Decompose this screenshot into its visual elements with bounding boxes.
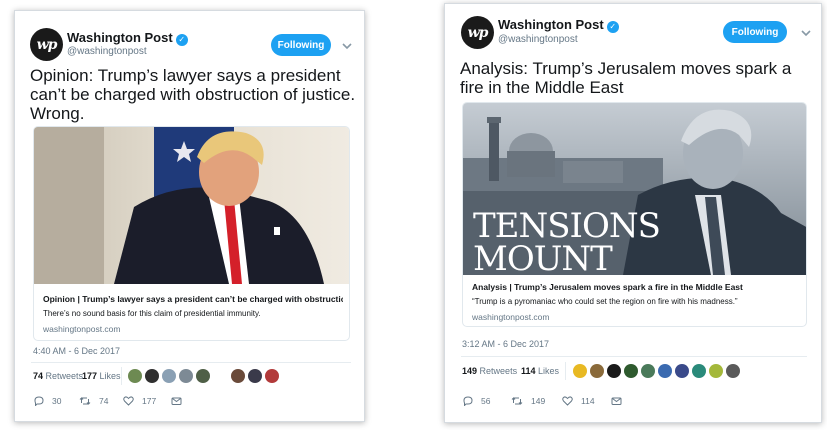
account-handle[interactable]: @washingtonpost bbox=[498, 34, 578, 45]
liker-avatar[interactable] bbox=[128, 369, 142, 383]
article-photo: TENSIONS MOUNT bbox=[463, 103, 806, 275]
message-action[interactable] bbox=[171, 396, 182, 406]
liker-avatars bbox=[128, 369, 279, 383]
liker-avatar[interactable] bbox=[641, 364, 655, 378]
card-title[interactable]: Analysis | Trump’s Jerusalem moves spark… bbox=[472, 282, 802, 292]
card-title[interactable]: Opinion | Trump’s lawyer says a presiden… bbox=[43, 294, 343, 304]
retweets-stat[interactable]: 74 Retweets bbox=[33, 371, 83, 381]
reply-count: 56 bbox=[481, 396, 491, 406]
retweets-count: 74 bbox=[33, 371, 44, 381]
liker-avatar[interactable] bbox=[196, 369, 210, 383]
article-photo bbox=[34, 127, 349, 284]
stats-separator bbox=[565, 362, 566, 380]
account-name-text[interactable]: Washington Post bbox=[67, 30, 173, 45]
reply-icon bbox=[463, 396, 473, 406]
card-description: There’s no sound basis for this claim of… bbox=[43, 309, 261, 318]
liker-avatar[interactable] bbox=[590, 364, 604, 378]
liker-avatar[interactable] bbox=[573, 364, 587, 378]
liker-avatar[interactable] bbox=[709, 364, 723, 378]
following-button[interactable]: Following bbox=[271, 34, 331, 56]
retweet-icon bbox=[79, 397, 91, 405]
link-card[interactable]: TENSIONS MOUNT Analysis | Trump’s Jerusa… bbox=[462, 102, 807, 327]
card-description: “Trump is a pyromaniac who could set the… bbox=[472, 297, 738, 306]
like-icon bbox=[562, 396, 573, 406]
liker-avatar[interactable] bbox=[179, 369, 193, 383]
liker-avatar[interactable] bbox=[265, 369, 279, 383]
divider bbox=[461, 356, 807, 357]
likes-stat[interactable]: 177 Likes bbox=[82, 371, 121, 381]
wp-logo-icon[interactable]: wp bbox=[461, 16, 494, 49]
card-domain[interactable]: washingtonpost.com bbox=[43, 324, 121, 334]
message-icon bbox=[611, 397, 622, 405]
link-card[interactable]: Opinion | Trump’s lawyer says a presiden… bbox=[33, 126, 350, 341]
account-name[interactable]: Washington Post ✓ bbox=[498, 17, 619, 33]
account-name-text[interactable]: Washington Post bbox=[498, 17, 604, 32]
verified-badge-icon: ✓ bbox=[175, 34, 188, 46]
chevron-down-icon[interactable] bbox=[341, 41, 353, 51]
like-count: 114 bbox=[581, 396, 595, 406]
wp-logo-icon[interactable]: wp bbox=[30, 28, 63, 61]
likes-stat[interactable]: 114 Likes bbox=[521, 366, 559, 376]
divider bbox=[31, 362, 351, 363]
message-icon bbox=[171, 397, 182, 405]
liker-avatars bbox=[573, 364, 740, 378]
like-action[interactable]: 177 bbox=[123, 396, 156, 406]
following-button[interactable]: Following bbox=[723, 21, 787, 43]
retweet-count: 149 bbox=[531, 396, 546, 406]
tweet-text: Opinion: Trump’s lawyer says a president… bbox=[30, 66, 356, 123]
tweet-timestamp[interactable]: 3:12 AM - 6 Dec 2017 bbox=[462, 339, 549, 349]
retweets-label: Retweets bbox=[45, 371, 84, 381]
liker-avatar[interactable] bbox=[231, 369, 245, 383]
like-count: 177 bbox=[142, 396, 157, 406]
tweet-card-analysis[interactable]: wp Washington Post ✓ @washingtonpost Foll… bbox=[444, 3, 822, 423]
reply-action[interactable]: 56 bbox=[463, 396, 490, 406]
tweet-timestamp[interactable]: 4:40 AM - 6 Dec 2017 bbox=[33, 346, 120, 356]
liker-avatar[interactable] bbox=[675, 364, 689, 378]
likes-count: 114 bbox=[521, 366, 536, 376]
reply-action[interactable]: 30 bbox=[34, 396, 61, 406]
verified-badge-icon: ✓ bbox=[606, 21, 619, 33]
tweet-text: Analysis: Trump’s Jerusalem moves spark … bbox=[460, 59, 792, 97]
message-action[interactable] bbox=[611, 396, 622, 406]
retweet-count: 74 bbox=[99, 396, 109, 406]
card-domain[interactable]: washingtonpost.com bbox=[472, 312, 550, 322]
image-headline-mount: MOUNT bbox=[473, 239, 613, 275]
retweet-action[interactable]: 74 bbox=[79, 396, 108, 406]
like-action[interactable]: 114 bbox=[562, 396, 595, 406]
liker-avatar[interactable] bbox=[692, 364, 706, 378]
liker-avatar[interactable] bbox=[607, 364, 621, 378]
stats-separator bbox=[121, 367, 122, 385]
retweets-stat[interactable]: 149 Retweets bbox=[462, 366, 517, 376]
retweet-icon bbox=[511, 397, 523, 405]
account-name[interactable]: Washington Post ✓ bbox=[67, 30, 188, 46]
liker-avatar[interactable] bbox=[145, 369, 159, 383]
likes-count: 177 bbox=[82, 371, 98, 381]
liker-avatar[interactable] bbox=[726, 364, 740, 378]
retweet-action[interactable]: 149 bbox=[511, 396, 545, 406]
liker-avatar[interactable] bbox=[162, 369, 176, 383]
liker-avatar[interactable] bbox=[658, 364, 672, 378]
like-icon bbox=[123, 396, 134, 406]
chevron-down-icon[interactable] bbox=[800, 28, 812, 38]
reply-count: 30 bbox=[52, 396, 62, 406]
liker-avatar[interactable] bbox=[624, 364, 638, 378]
tweet-card-opinion[interactable]: wp Washington Post ✓ @washingtonpost Foll… bbox=[14, 10, 365, 422]
retweets-label: Retweets bbox=[479, 366, 518, 376]
liker-avatar[interactable] bbox=[248, 369, 262, 383]
reply-icon bbox=[34, 396, 44, 406]
likes-label: Likes bbox=[99, 371, 121, 381]
likes-label: Likes bbox=[538, 366, 560, 376]
account-handle[interactable]: @washingtonpost bbox=[67, 46, 147, 57]
retweets-count: 149 bbox=[462, 366, 478, 376]
